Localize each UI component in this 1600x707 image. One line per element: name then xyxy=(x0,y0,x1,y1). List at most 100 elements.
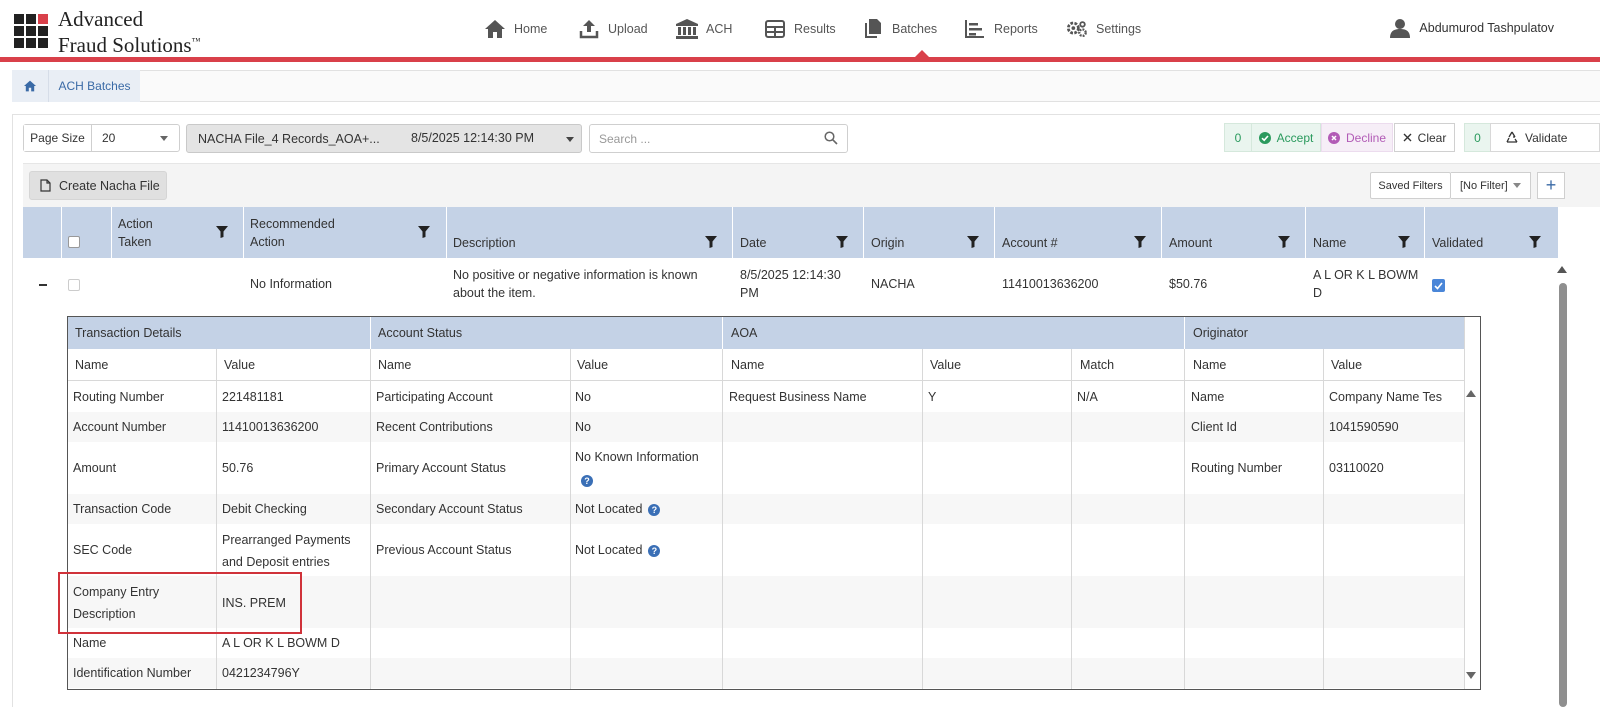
close-icon xyxy=(1403,133,1412,142)
nav-upload-label: Upload xyxy=(608,22,648,36)
filter-icon[interactable] xyxy=(1134,236,1146,248)
nav-settings[interactable]: Settings xyxy=(1066,17,1141,41)
accept-label: Accept xyxy=(1276,130,1314,145)
decline-button[interactable]: Decline xyxy=(1321,123,1393,152)
subheader-match: Match xyxy=(1080,358,1115,372)
check-circle-icon xyxy=(1258,131,1271,144)
filter-icon[interactable] xyxy=(216,226,228,238)
column-divider xyxy=(370,349,371,689)
aoa-match: N/A xyxy=(1077,390,1098,404)
column-divider xyxy=(863,207,864,258)
row-checkbox[interactable] xyxy=(68,279,80,291)
vertical-scrollbar[interactable] xyxy=(1559,283,1567,707)
txn-name: Name xyxy=(73,636,107,650)
validated-checkbox[interactable] xyxy=(1432,279,1445,292)
company-logo[interactable]: Advanced Fraud Solutions™ xyxy=(58,8,200,56)
filter-icon[interactable] xyxy=(1278,236,1290,248)
filter-icon[interactable] xyxy=(1529,236,1541,248)
nav-results[interactable]: Results xyxy=(764,17,836,41)
recycle-icon xyxy=(1505,131,1519,144)
column-divider xyxy=(216,349,217,689)
nav-home[interactable]: Home xyxy=(484,17,547,41)
scroll-up-arrow[interactable] xyxy=(1557,266,1567,273)
aoa-name: Request Business Name xyxy=(729,390,867,404)
filter-icon[interactable] xyxy=(1398,236,1410,248)
detail-scroll-up-arrow[interactable] xyxy=(1466,390,1476,397)
clear-label: Clear xyxy=(1417,130,1447,145)
active-nav-indicator xyxy=(914,50,930,58)
nav-home-label: Home xyxy=(514,22,548,36)
column-header-account[interactable]: Account # xyxy=(1002,234,1058,252)
txn-value: A L OR K L BOWM D xyxy=(222,636,340,650)
help-icon[interactable]: ? xyxy=(648,503,661,516)
chevron-down-icon[interactable] xyxy=(566,137,574,142)
filter-icon[interactable] xyxy=(967,236,979,248)
column-header-validated[interactable]: Validated xyxy=(1432,234,1483,252)
help-icon[interactable]: ? xyxy=(581,472,593,487)
search-icon[interactable] xyxy=(824,131,838,145)
acct-name: Participating Account xyxy=(376,390,493,404)
column-header-name[interactable]: Name xyxy=(1313,234,1346,252)
validate-label: Validate xyxy=(1525,130,1568,145)
search-input[interactable] xyxy=(589,124,848,153)
breadcrumb-home[interactable] xyxy=(12,70,48,102)
filter-icon[interactable] xyxy=(418,226,430,238)
help-icon[interactable]: ? xyxy=(648,544,661,557)
subheader-name: Name xyxy=(378,358,412,372)
column-divider xyxy=(994,207,995,258)
orig-value: 1041590590 xyxy=(1329,420,1399,434)
clear-button[interactable]: Clear xyxy=(1394,123,1455,152)
txn-name: Routing Number xyxy=(73,390,165,404)
column-divider xyxy=(1184,349,1185,689)
highlight-annotation-box xyxy=(58,572,302,634)
add-filter-button[interactable]: + xyxy=(1537,172,1565,199)
column-header-description[interactable]: Description xyxy=(453,234,516,252)
column-divider xyxy=(1161,207,1162,258)
table-icon xyxy=(764,18,786,40)
nav-reports[interactable]: Reports xyxy=(964,17,1038,41)
user-menu[interactable]: Abdumurod Tashpulatov xyxy=(1390,18,1554,38)
validate-button[interactable]: Validate xyxy=(1490,123,1600,152)
nav-reports-label: Reports xyxy=(994,22,1038,36)
chevron-down-icon[interactable] xyxy=(1513,183,1521,188)
column-header-date[interactable]: Date xyxy=(740,234,766,252)
column-divider xyxy=(1323,349,1324,689)
create-nacha-file-button[interactable]: Create Nacha File xyxy=(29,171,167,200)
orig-name: Name xyxy=(1191,390,1225,404)
column-divider xyxy=(111,207,112,258)
column-divider xyxy=(1305,207,1306,258)
select-all-checkbox[interactable] xyxy=(68,236,80,248)
accept-button[interactable]: Accept xyxy=(1251,123,1321,152)
nav-batches[interactable]: Batches xyxy=(862,17,937,41)
column-header-origin[interactable]: Origin xyxy=(871,234,904,252)
grid-toolbar xyxy=(23,163,1600,207)
nav-upload[interactable]: Upload xyxy=(578,17,648,41)
subheader-value: Value xyxy=(224,358,256,372)
nav-ach[interactable]: ACH xyxy=(676,17,732,41)
acct-name: Primary Account Status xyxy=(376,461,506,475)
saved-filters-button[interactable]: Saved Filters xyxy=(1370,172,1451,199)
filter-icon[interactable] xyxy=(705,236,717,248)
txn-name: Identification Number xyxy=(73,666,192,680)
nav-ach-label: ACH xyxy=(706,22,733,36)
bank-icon xyxy=(676,18,698,40)
column-divider xyxy=(1464,317,1465,689)
column-divider xyxy=(570,349,571,689)
batch-file-date: 8/5/2025 12:14:30 PM xyxy=(411,131,535,145)
breadcrumb-ach-batches[interactable]: ACH Batches xyxy=(48,70,140,102)
chevron-down-icon[interactable] xyxy=(160,136,168,141)
column-header-amount[interactable]: Amount xyxy=(1169,234,1212,252)
column-header-recommended-action[interactable]: Recommended Action xyxy=(250,215,360,251)
collapse-row-icon[interactable] xyxy=(39,284,47,286)
logo-line-2: Fraud Solutions™ xyxy=(58,33,201,57)
batch-file-name: NACHA File_4 Records_AOA+... xyxy=(198,131,380,146)
cell-description: No positive or negative information is k… xyxy=(453,268,698,300)
detail-scroll-down-arrow[interactable] xyxy=(1466,672,1476,679)
nav-results-label: Results xyxy=(794,22,836,36)
acct-value: No xyxy=(575,420,591,434)
copy-icon xyxy=(862,18,884,40)
page-size-select[interactable]: 20 xyxy=(102,125,115,151)
column-header-action-taken[interactable]: Action Taken xyxy=(118,215,178,251)
orig-name: Routing Number xyxy=(1191,461,1283,475)
filter-icon[interactable] xyxy=(836,236,848,248)
